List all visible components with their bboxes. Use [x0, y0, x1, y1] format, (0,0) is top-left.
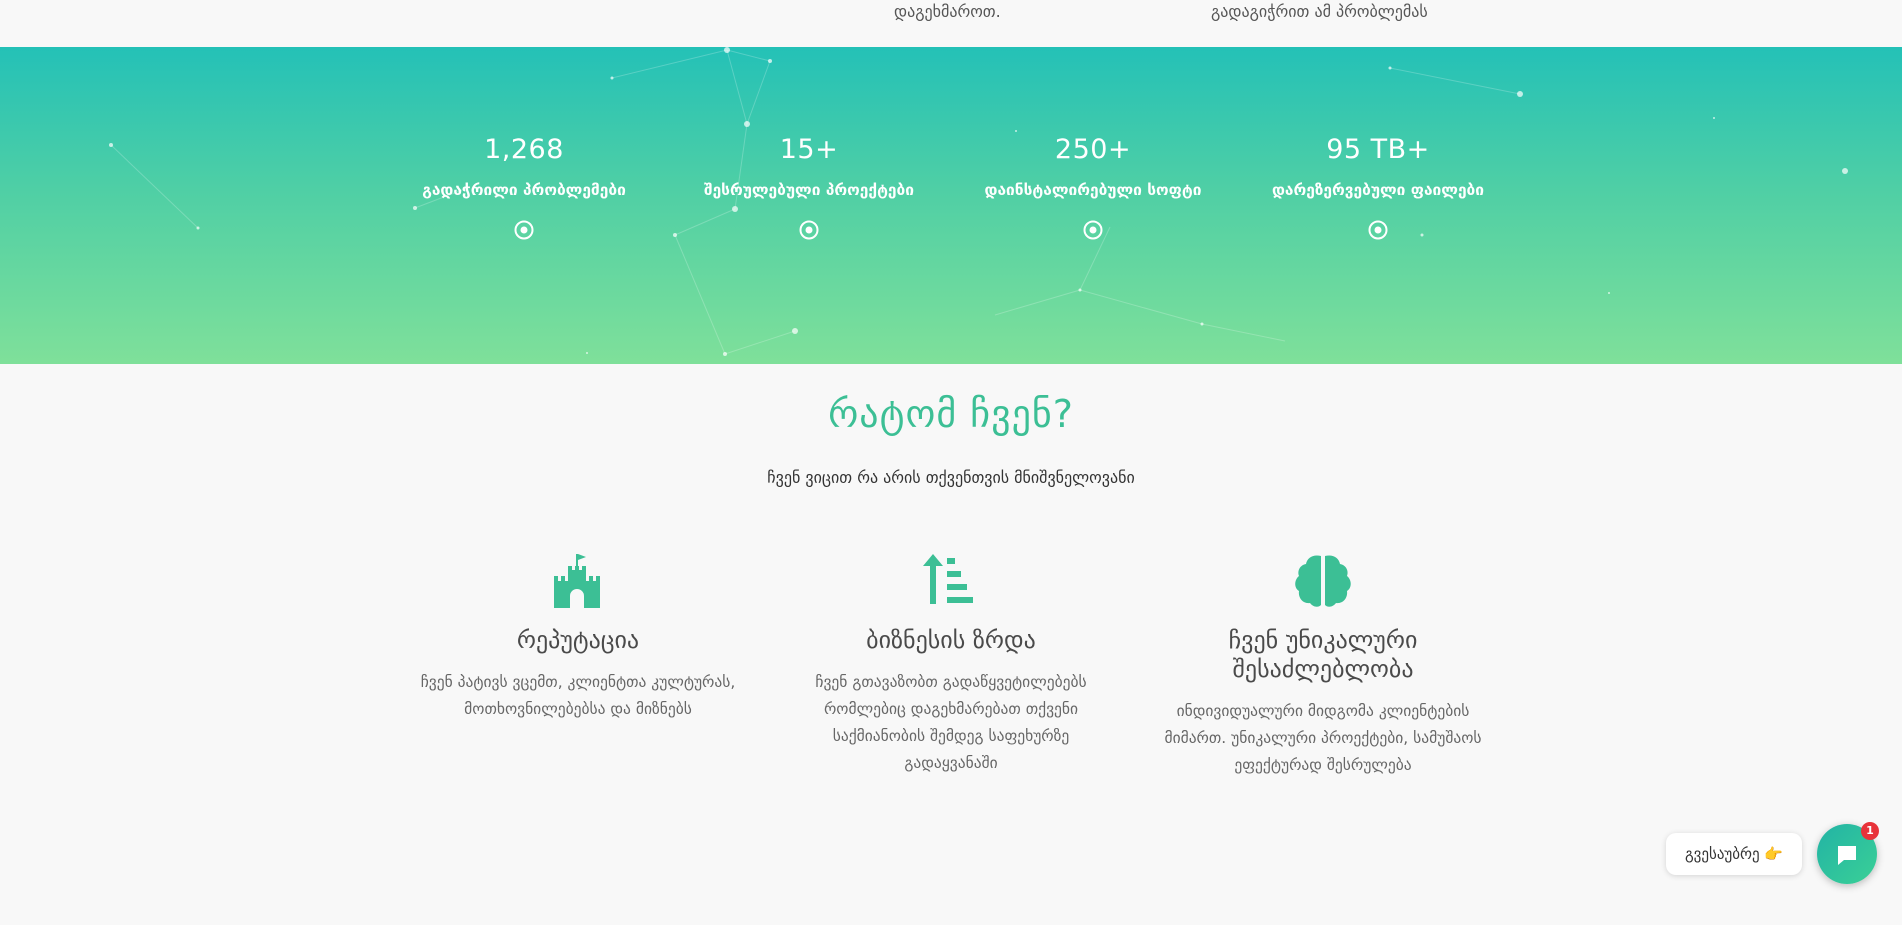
stat-number: 95 TB+	[1326, 134, 1430, 165]
brain-icon	[1295, 555, 1351, 607]
stat-backed-up-files: 95 TB+ დარეზერვებული ფაილები	[1248, 132, 1508, 241]
stat-number: 1,268	[484, 134, 564, 165]
stat-label: გადაჭრილი პრობლემები	[422, 181, 626, 199]
target-dot-icon	[514, 220, 534, 240]
why-us-section: რატომ ჩვენ? ჩვენ ვიცით რა არის თქვენთვის…	[0, 364, 1902, 925]
stat-label: დაინსტალირებული სოფტი	[984, 181, 1202, 199]
stat-number: 15+	[779, 134, 839, 165]
feature-description: ჩვენ პატივს ვცემთ, კლიენტთა კულტურას, მო…	[420, 673, 736, 718]
feature-description: ინდივიდუალური მიდგომა კლიენტების მიმართ.…	[1164, 702, 1482, 774]
feature-reputation: რეპუტაცია ჩვენ პატივს ვცემთ, კლიენტთა კუ…	[418, 554, 738, 723]
feature-title: ბიზნესის ზრდა	[866, 626, 1036, 654]
section-subtitle: ჩვენ ვიცით რა არის თქვენთვის მნიშვნელოვა…	[767, 468, 1135, 487]
feature-business-growth: ბიზნესის ზრდა ჩვენ გთავაზობთ გადაწყვეტილ…	[791, 554, 1111, 777]
growth-icon	[923, 554, 973, 604]
chat-prompt[interactable]: გვესაუბრე 👉	[1666, 833, 1802, 875]
top-left-text: დაგეხმაროთ.	[894, 2, 1001, 21]
target-dot-icon	[1083, 220, 1103, 240]
network-background	[109, 47, 1848, 356]
stat-solved-problems: 1,268 გადაჭრილი პრობლემები	[394, 132, 654, 241]
feature-description: ჩვენ გთავაზობთ გადაწყვეტილებებს რომლებიც…	[815, 673, 1087, 772]
section-title: რატომ ჩვენ?	[828, 392, 1074, 436]
stat-completed-projects: 15+ შესრულებული პროექტები	[679, 132, 939, 241]
target-dot-icon	[799, 220, 819, 240]
stat-label: დარეზერვებული ფაილები	[1271, 181, 1485, 199]
notification-badge: 1	[1861, 822, 1879, 840]
stat-label: შესრულებული პროექტები	[704, 181, 914, 199]
top-strip: დაგეხმაროთ. გადაგიჭრით ამ პრობლემას	[0, 0, 1902, 47]
top-right-text: გადაგიჭრით ამ პრობლემას	[1211, 2, 1428, 21]
feature-unique-capability: ჩვენ უნიკალური შესაძლებლობა ინდივიდუალურ…	[1163, 554, 1483, 779]
feature-title: რეპუტაცია	[516, 626, 640, 654]
stat-number: 250+	[1054, 134, 1132, 165]
chat-bubble-icon	[1838, 846, 1856, 865]
feature-title: ჩვენ უნიკალური შესაძლებლობა	[1228, 626, 1418, 683]
castle-icon	[554, 554, 600, 608]
stats-band: 1,268 გადაჭრილი პრობლემები 15+ შესრულებუ…	[0, 47, 1902, 364]
target-dot-icon	[1368, 220, 1388, 240]
stat-installed-software: 250+ დაინსტალირებული სოფტი	[963, 132, 1223, 241]
